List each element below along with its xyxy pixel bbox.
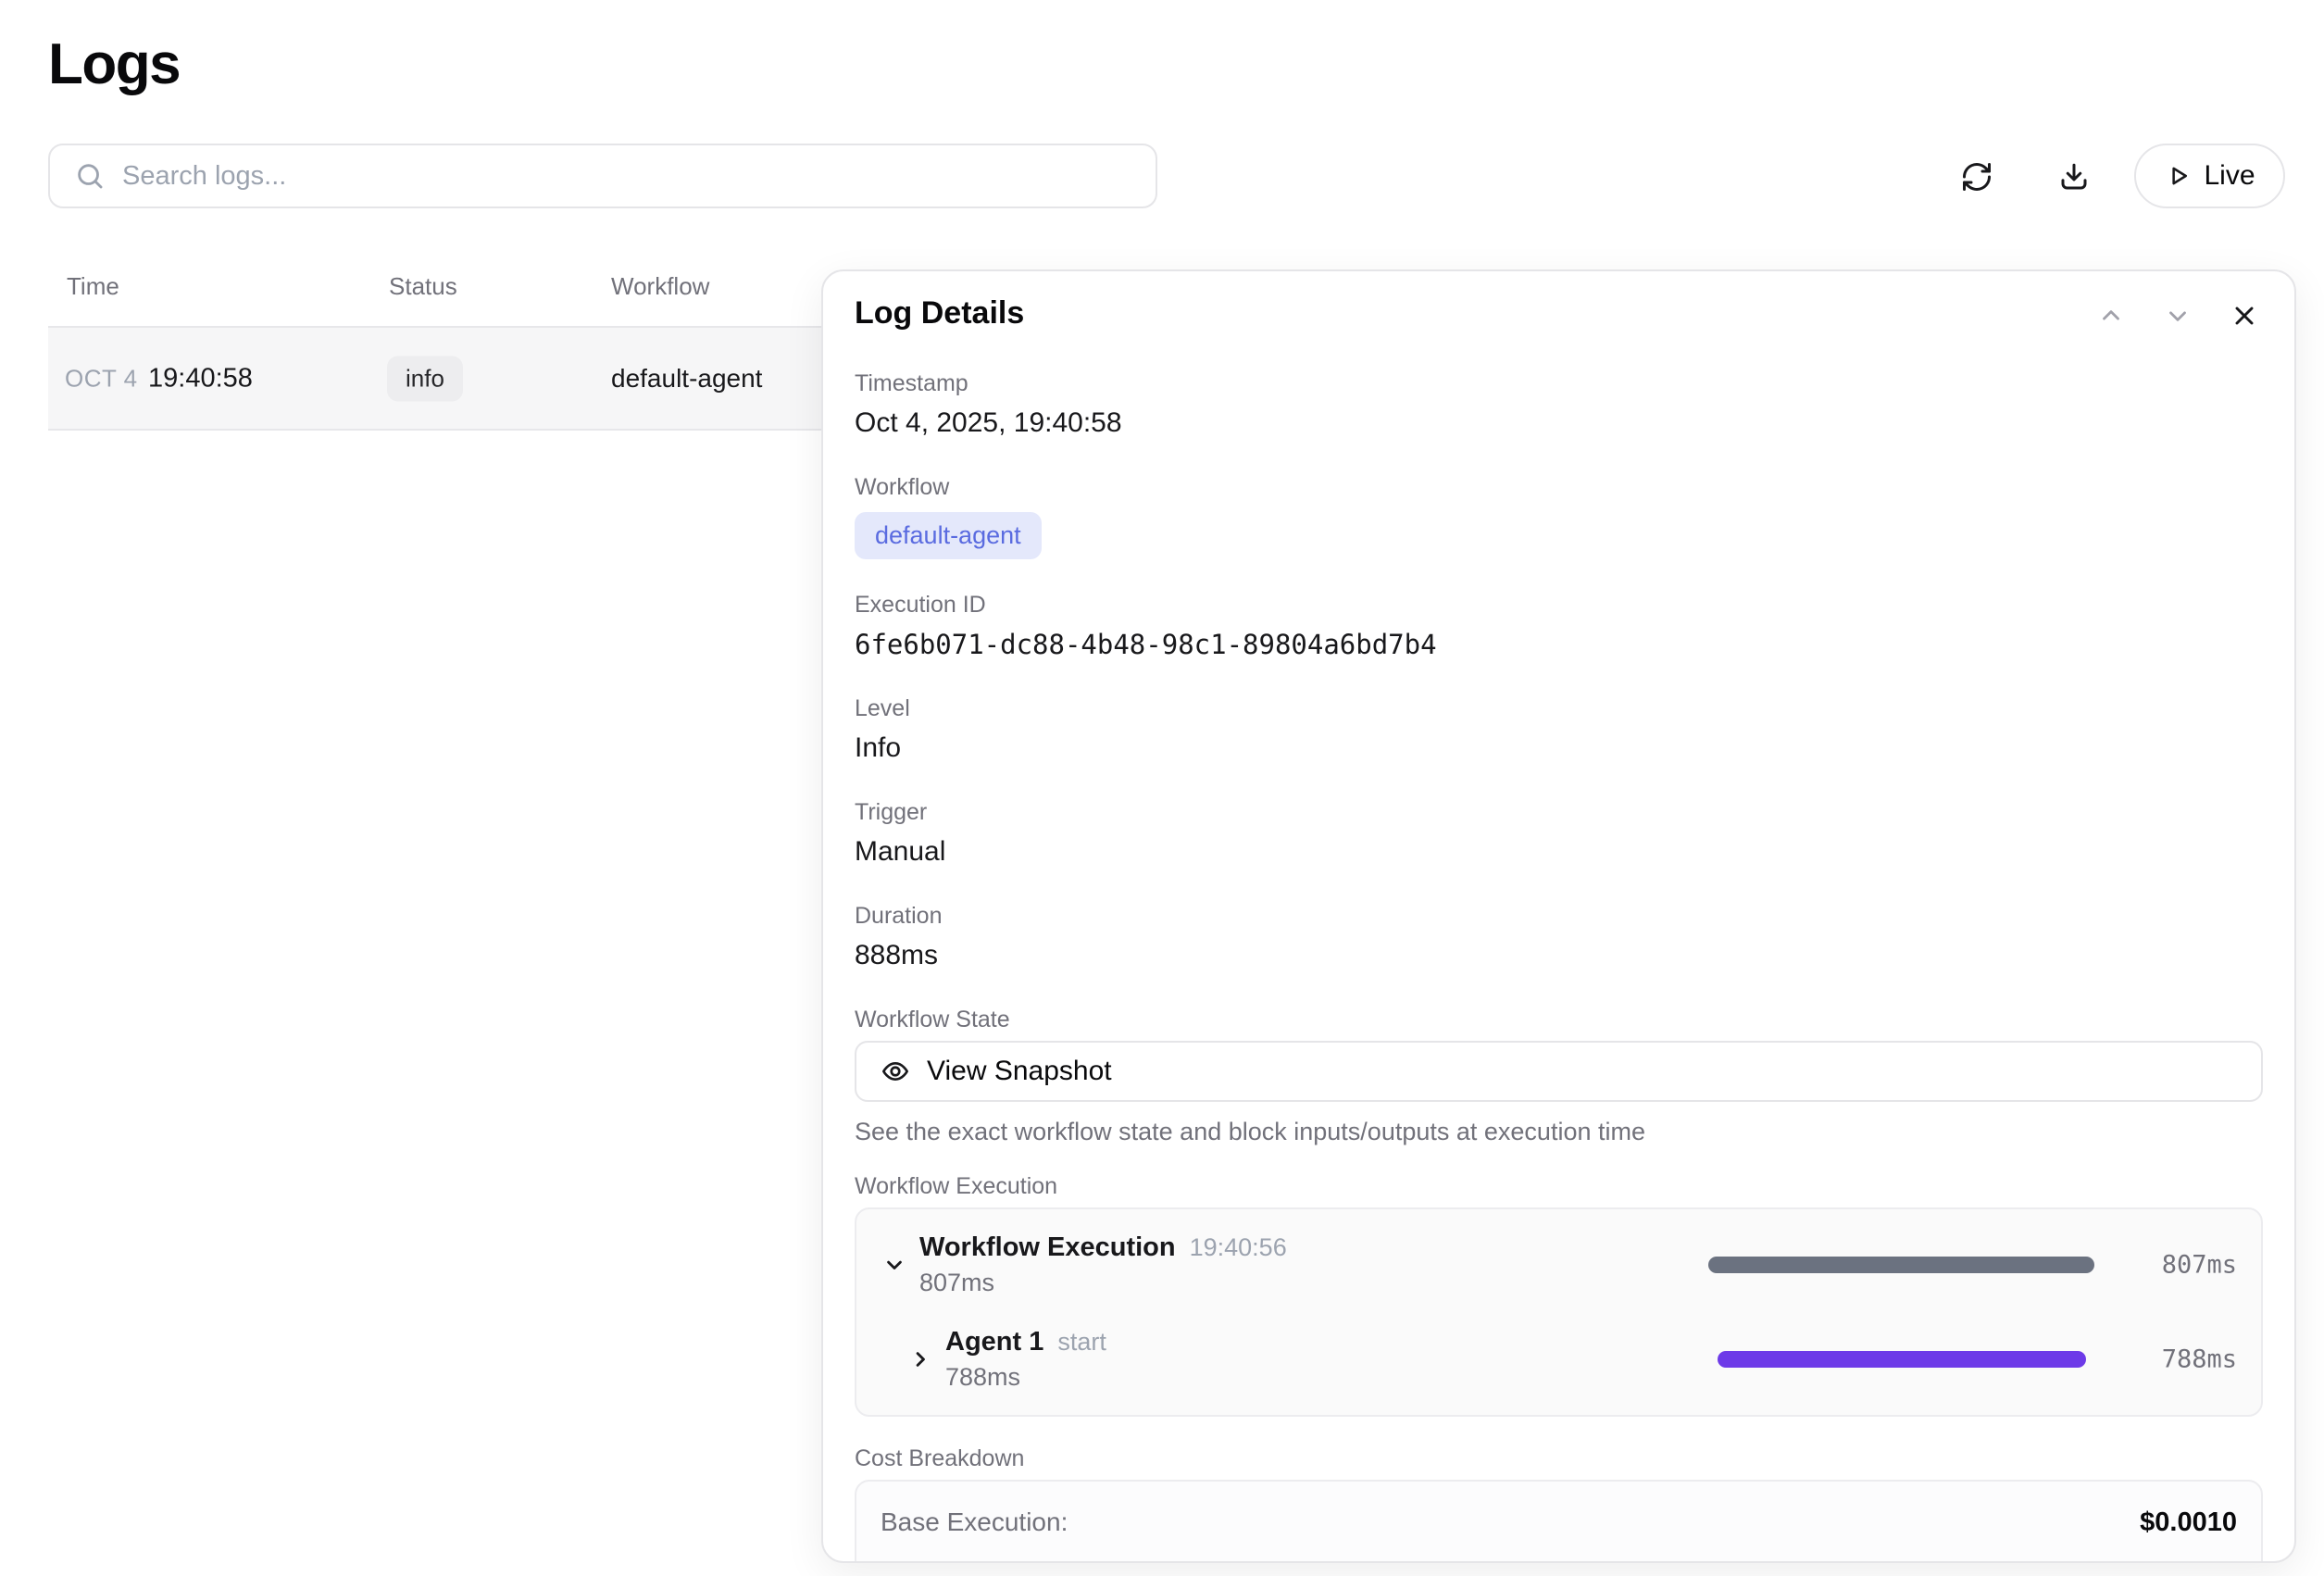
- execution-bar-duration: 807ms: [2162, 1251, 2237, 1280]
- execution-row-meta: start: [1057, 1328, 1106, 1357]
- workflow-state-section: Workflow State View Snapshot See the exa…: [855, 1006, 2263, 1146]
- close-button[interactable]: [2226, 297, 2263, 334]
- duration-value: 888ms: [855, 937, 2263, 974]
- trigger-label: Trigger: [855, 798, 2263, 826]
- close-icon: [2230, 301, 2259, 331]
- timestamp-field: Timestamp Oct 4, 2025, 19:40:58: [855, 369, 2263, 442]
- execution-row-workflow[interactable]: Workflow Execution 19:40:56 807ms 807ms: [881, 1228, 2237, 1302]
- view-snapshot-label: View Snapshot: [927, 1056, 1112, 1087]
- next-log-button[interactable]: [2159, 297, 2196, 334]
- log-workflow-name: default-agent: [611, 364, 762, 394]
- cost-breakdown-label: Cost Breakdown: [855, 1445, 2263, 1472]
- search-icon: [74, 160, 106, 192]
- chevron-down-icon: [881, 1252, 907, 1278]
- cost-row-label: Base Execution:: [881, 1507, 1068, 1537]
- execution-row-name: Workflow Execution: [919, 1232, 1176, 1263]
- refresh-icon: [1960, 160, 1993, 194]
- workflow-label: Workflow: [855, 473, 2263, 501]
- play-icon: [2164, 162, 2192, 190]
- level-value: Info: [855, 730, 2263, 767]
- live-label: Live: [2204, 160, 2255, 192]
- panel-title: Log Details: [855, 295, 1024, 331]
- execution-row-duration: 807ms: [919, 1269, 1287, 1297]
- view-snapshot-button[interactable]: View Snapshot: [855, 1041, 2263, 1102]
- execution-bar-duration: 788ms: [2162, 1345, 2237, 1374]
- workflow-badge[interactable]: default-agent: [855, 512, 1042, 559]
- duration-label: Duration: [855, 902, 2263, 930]
- refresh-button[interactable]: [1955, 156, 1998, 198]
- duration-field: Duration 888ms: [855, 902, 2263, 974]
- cost-breakdown-card: Base Execution: $0.0010 Model Input: $0.…: [855, 1480, 2263, 1563]
- level-field: Level Info: [855, 694, 2263, 767]
- execution-row-agent[interactable]: Agent 1 start 788ms 788ms: [881, 1322, 2237, 1396]
- status-badge: info: [387, 356, 463, 401]
- trigger-value: Manual: [855, 833, 2263, 870]
- chevron-down-icon: [2164, 302, 2192, 330]
- log-date: OCT 4: [65, 364, 138, 393]
- page-title: Logs: [48, 31, 180, 97]
- export-button[interactable]: [2053, 156, 2095, 198]
- log-details-panel: Log Details Timestamp Oct 4, 2025, 19:40…: [821, 269, 2296, 1563]
- prev-log-button[interactable]: [2093, 297, 2130, 334]
- live-button[interactable]: Live: [2134, 144, 2285, 208]
- workflow-execution-section: Workflow Execution Workflow Execution 19…: [855, 1172, 2263, 1417]
- cost-breakdown-section: Cost Breakdown Base Execution: $0.0010 M…: [855, 1445, 2263, 1563]
- workflow-execution-label: Workflow Execution: [855, 1172, 2263, 1200]
- cost-row: Base Execution: $0.0010: [881, 1504, 2237, 1541]
- trigger-field: Trigger Manual: [855, 798, 2263, 870]
- execution-row-meta: 19:40:56: [1190, 1233, 1287, 1262]
- cost-row-value: $0.0010: [2140, 1507, 2237, 1538]
- timestamp-label: Timestamp: [855, 369, 2263, 397]
- column-header-time: Time: [67, 271, 119, 301]
- execution-timeline-bar: [1718, 1351, 2086, 1368]
- chevron-up-icon: [2097, 302, 2125, 330]
- column-header-status: Status: [389, 271, 457, 301]
- execution-id-field: Execution ID 6fe6b071-dc88-4b48-98c1-898…: [855, 591, 2263, 663]
- column-header-workflow: Workflow: [611, 271, 709, 301]
- execution-row-duration: 788ms: [945, 1363, 1106, 1392]
- download-icon: [2057, 160, 2091, 194]
- search-box: [48, 144, 1157, 208]
- level-label: Level: [855, 694, 2263, 722]
- log-time: 19:40:58: [148, 363, 253, 394]
- workflow-state-help: See the exact workflow state and block i…: [855, 1117, 2263, 1146]
- search-input[interactable]: [122, 161, 1131, 192]
- execution-row-name: Agent 1: [945, 1327, 1043, 1357]
- workflow-field: Workflow default-agent: [855, 473, 2263, 559]
- logs-page: Logs Live Time Status Workflow OCT 4 19:…: [0, 0, 2324, 1576]
- chevron-right-icon: [907, 1346, 933, 1372]
- execution-id-label: Execution ID: [855, 591, 2263, 619]
- workflow-state-label: Workflow State: [855, 1006, 2263, 1033]
- timestamp-value: Oct 4, 2025, 19:40:58: [855, 405, 2263, 442]
- execution-timeline-bar: [1708, 1257, 2095, 1273]
- execution-id-value: 6fe6b071-dc88-4b48-98c1-89804a6bd7b4: [855, 626, 2263, 663]
- workflow-execution-card: Workflow Execution 19:40:56 807ms 807ms: [855, 1207, 2263, 1417]
- eye-icon: [881, 1057, 910, 1086]
